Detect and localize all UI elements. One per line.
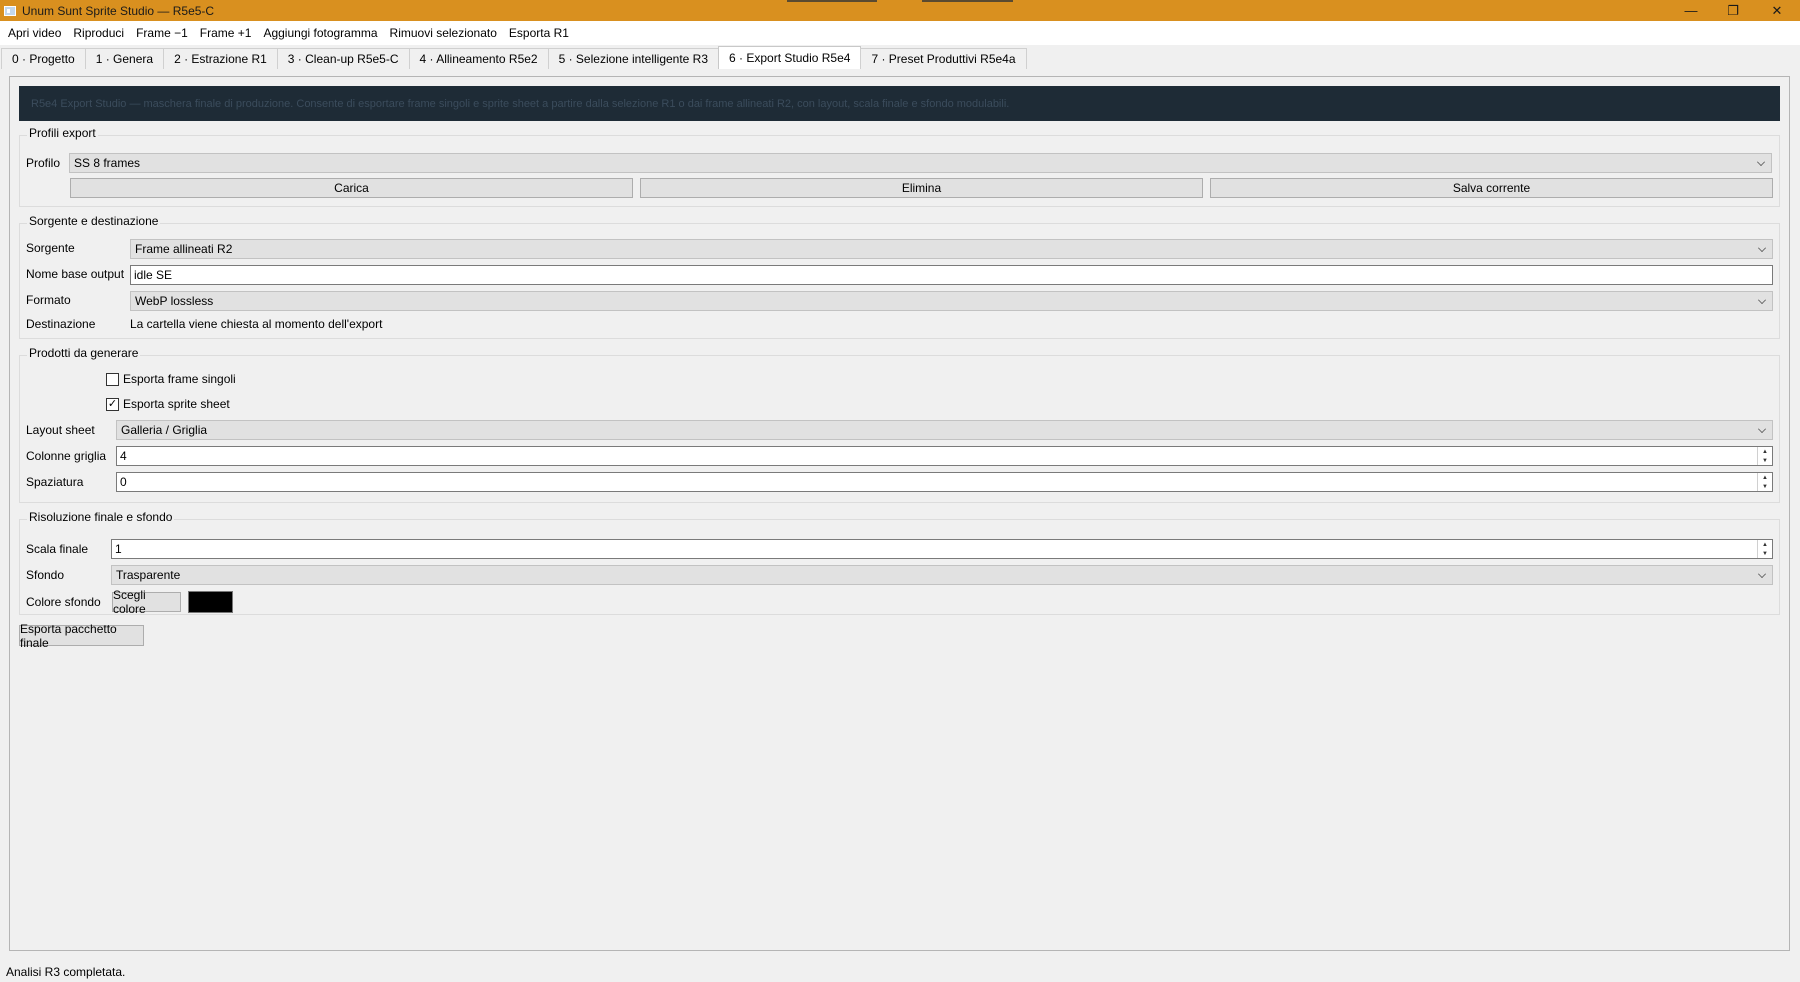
spin-arrows[interactable]: ▲ ▼ [1757,540,1772,558]
format-select[interactable]: WebP lossless [130,291,1773,311]
source-label: Sorgente [26,241,75,255]
destination-value: La cartella viene chiesta al momento del… [130,317,383,331]
checkbox-unchecked [106,372,119,386]
spacing-label: Spaziatura [26,475,84,489]
background-select-value: Trasparente [116,568,181,582]
layout-select-value: Galleria / Griglia [121,423,208,437]
spin-arrows[interactable]: ▲ ▼ [1757,447,1772,465]
scale-spinbox[interactable]: 1 ▲ ▼ [111,539,1773,559]
single-frames-checkbox[interactable]: Esporta frame singoli [106,372,236,386]
delete-profile-button[interactable]: Elimina [640,178,1203,198]
destination-label: Destinazione [26,317,96,331]
title-bar: Unum Sunt Sprite Studio — R5e5-C — ❐ ✕ [0,0,1800,21]
tab-progetto[interactable]: 0 · Progetto [1,48,86,69]
menu-frame-prev[interactable]: Frame −1 [130,26,194,40]
chevron-down-icon [1758,570,1766,578]
tab-bar: 0 · Progetto 1 · Genera 2 · Estrazione R… [0,46,1800,69]
group-title: Sorgente e destinazione [27,214,161,228]
export-package-button[interactable]: Esporta pacchetto finale [19,622,144,650]
color-swatch[interactable] [188,591,233,613]
group-title: Risoluzione finale e sfondo [27,510,175,524]
spin-up-icon[interactable]: ▲ [1758,473,1772,482]
source-select-value: Frame allineati R2 [135,242,233,256]
tab-estrazione[interactable]: 2 · Estrazione R1 [163,48,278,69]
title-decoration [922,0,1013,2]
tab-export-studio[interactable]: 6 · Export Studio R5e4 [718,46,862,69]
bgcolor-label: Colore sfondo [26,595,101,609]
menu-open-video[interactable]: Apri video [2,26,67,40]
menu-play[interactable]: Riproduci [67,26,130,40]
tab-genera[interactable]: 1 · Genera [84,48,165,69]
menu-remove-selected[interactable]: Rimuovi selezionato [384,26,503,40]
chevron-down-icon [1758,296,1766,304]
tab-preset[interactable]: 7 · Preset Produttivi R5e4a [860,48,1027,69]
scale-label: Scala finale [26,542,89,556]
chevron-down-icon [1757,158,1765,166]
checkmark-icon: ✓ [106,397,119,411]
spacing-value: 0 [120,475,127,489]
background-select[interactable]: Trasparente [111,565,1773,585]
basename-label: Nome base output [26,267,125,281]
background-label: Sfondo [26,568,65,582]
spacing-spinbox[interactable]: 0 ▲ ▼ [116,472,1773,492]
format-label: Formato [26,293,71,307]
window-title: Unum Sunt Sprite Studio — R5e5-C [22,3,215,18]
spin-arrows[interactable]: ▲ ▼ [1757,473,1772,491]
group-profiles: Profili export Profilo SS 8 frames Caric… [19,126,1780,207]
restore-icon: ❐ [1727,2,1739,18]
spin-down-icon[interactable]: ▼ [1758,549,1772,558]
group-products: Prodotti da generare Esporta frame singo… [19,346,1780,503]
layout-select[interactable]: Galleria / Griglia [116,420,1773,440]
single-frames-label: Esporta frame singoli [123,372,236,386]
status-text: Analisi R3 completata. [6,965,126,979]
save-profile-button[interactable]: Salva corrente [1210,178,1773,198]
tab-cleanup[interactable]: 3 · Clean-up R5e5-C [276,48,410,69]
title-decoration [787,0,877,2]
menu-bar: Apri video Riproduci Frame −1 Frame +1 A… [0,21,1800,45]
sprite-sheet-label: Esporta sprite sheet [123,397,230,411]
tab-pane: R5e4 Export Studio — maschera finale di … [9,76,1790,951]
tab-selezione[interactable]: 5 · Selezione intelligente R3 [547,48,720,69]
layout-label: Layout sheet [26,423,95,437]
format-select-value: WebP lossless [135,294,214,308]
chevron-down-icon [1758,244,1766,252]
profile-select[interactable]: SS 8 frames [69,153,1772,173]
load-profile-button[interactable]: Carica [70,178,633,198]
columns-value: 4 [120,449,127,463]
spin-up-icon[interactable]: ▲ [1758,540,1772,549]
columns-label: Colonne griglia [26,449,107,463]
sprite-sheet-checkbox[interactable]: ✓ Esporta sprite sheet [106,397,230,411]
group-title: Prodotti da generare [27,346,141,360]
profile-select-value: SS 8 frames [74,156,141,170]
spin-down-icon[interactable]: ▼ [1758,456,1772,465]
basename-input[interactable]: idle SE [130,265,1773,285]
close-icon: ✕ [1771,2,1783,18]
close-button[interactable]: ✕ [1754,0,1800,21]
menu-frame-next[interactable]: Frame +1 [194,26,258,40]
app-icon [4,5,16,16]
profile-label: Profilo [26,156,61,170]
menu-add-frame[interactable]: Aggiungi fotogramma [257,26,383,40]
source-select[interactable]: Frame allineati R2 [130,239,1773,259]
group-title: Profili export [27,126,98,140]
spin-up-icon[interactable]: ▲ [1758,447,1772,456]
choose-color-button[interactable]: Scegli colore [112,588,181,616]
scale-value: 1 [115,542,122,556]
minimize-button[interactable]: — [1668,0,1714,21]
group-source: Sorgente e destinazione Sorgente Frame a… [19,214,1780,339]
spin-down-icon[interactable]: ▼ [1758,482,1772,491]
columns-spinbox[interactable]: 4 ▲ ▼ [116,446,1773,466]
info-banner: R5e4 Export Studio — maschera finale di … [19,86,1780,121]
tab-allineamento[interactable]: 4 · Allineamento R5e2 [408,48,549,69]
menu-export-r1[interactable]: Esporta R1 [503,26,575,40]
restore-button[interactable]: ❐ [1710,0,1756,21]
status-bar: Analisi R3 completata. [0,962,1800,982]
minimize-icon: — [1684,3,1698,18]
group-resolution: Risoluzione finale e sfondo Scala finale… [19,510,1780,616]
chevron-down-icon [1758,425,1766,433]
